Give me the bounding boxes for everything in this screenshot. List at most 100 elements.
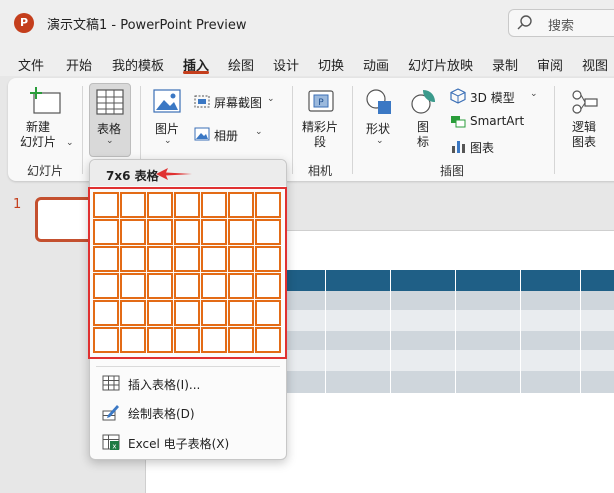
grid-cell[interactable] [120, 300, 146, 326]
group-separator [292, 86, 293, 174]
screenshot-icon [194, 95, 210, 108]
picture-icon [153, 89, 181, 113]
insert-table-label: 插入表格(I)... [128, 378, 201, 392]
tab-home[interactable]: 开始 [66, 55, 92, 74]
search-icon [517, 15, 532, 30]
model-3d-label: 3D 模型 [470, 91, 515, 105]
grid-cell[interactable] [255, 219, 281, 245]
grid-cell[interactable] [228, 246, 254, 272]
table-col-divider [455, 270, 456, 393]
tab-draw[interactable]: 绘图 [228, 55, 254, 74]
grid-cell[interactable] [228, 300, 254, 326]
group-label-illustrations: 插图 [440, 164, 465, 178]
grid-cell[interactable] [228, 219, 254, 245]
new-slide-icon [30, 87, 61, 114]
grid-cell[interactable] [201, 273, 227, 299]
grid-cell[interactable] [147, 219, 173, 245]
grid-cell[interactable] [174, 219, 200, 245]
grid-cell[interactable] [174, 273, 200, 299]
svg-text:x: x [112, 443, 116, 451]
logic-chart-button[interactable]: 逻辑 图表 [572, 120, 596, 150]
grid-cell[interactable] [201, 192, 227, 218]
group-separator [352, 86, 353, 174]
grid-cell[interactable] [174, 192, 200, 218]
grid-cell[interactable] [255, 327, 281, 353]
chart-label: 图表 [470, 141, 495, 155]
shapes-icon [366, 89, 391, 114]
grid-cell[interactable] [228, 273, 254, 299]
grid-cell[interactable] [147, 327, 173, 353]
grid-cell[interactable] [174, 246, 200, 272]
tab-file[interactable]: 文件 [18, 55, 44, 74]
grid-cell[interactable] [201, 246, 227, 272]
tab-transitions[interactable]: 切换 [318, 55, 344, 74]
slide-number: 1 [13, 197, 22, 212]
tab-animations[interactable]: 动画 [363, 55, 389, 74]
grid-cell[interactable] [120, 327, 146, 353]
grid-cell[interactable] [120, 219, 146, 245]
grid-cell[interactable] [93, 273, 119, 299]
wonderful-clips-button[interactable]: 精彩片 段 [302, 120, 338, 150]
grid-cell[interactable] [201, 219, 227, 245]
table-col-divider [325, 270, 326, 393]
smartart-icon [451, 116, 466, 128]
chevron-down-icon: ⌄ [267, 94, 275, 104]
grid-cell[interactable] [93, 192, 119, 218]
icons-button[interactable]: 图 标 [417, 120, 429, 150]
grid-cell[interactable] [228, 327, 254, 353]
shapes-label: 形状 [366, 122, 391, 136]
powerpoint-logo-icon: P [14, 13, 34, 33]
table-col-divider [520, 270, 521, 393]
grid-cell[interactable] [255, 192, 281, 218]
grid-cell[interactable] [147, 246, 173, 272]
search-placeholder: 搜索 [548, 19, 575, 34]
grid-cell[interactable] [147, 273, 173, 299]
excel-table-item[interactable]: x Excel 电子表格(X) [90, 427, 286, 457]
group-separator [82, 86, 83, 174]
grid-cell[interactable] [174, 327, 200, 353]
chevron-down-icon: ⌄ [66, 138, 74, 148]
grid-cell[interactable] [120, 192, 146, 218]
chevron-down-icon: ⌄ [255, 127, 263, 137]
grid-cell[interactable] [255, 246, 281, 272]
group-separator [554, 86, 555, 174]
tab-my-templates[interactable]: 我的模板 [112, 55, 164, 74]
album-label: 相册 [214, 129, 239, 143]
insert-table-item[interactable]: 插入表格(I)... [90, 368, 286, 398]
picture-label: 图片 [155, 122, 180, 136]
draw-table-item[interactable]: 绘制表格(D) [90, 397, 286, 427]
chart-icon [452, 141, 465, 153]
grid-cell[interactable] [120, 273, 146, 299]
grid-cell[interactable] [147, 300, 173, 326]
grid-cell[interactable] [93, 219, 119, 245]
table-size-grid[interactable] [93, 192, 283, 354]
grid-cell[interactable] [147, 192, 173, 218]
grid-cell[interactable] [255, 273, 281, 299]
wonderful-clips-label: 精彩片 段 [302, 120, 339, 149]
new-slide-label: 新建 幻灯片 [20, 120, 57, 149]
group-label-slides: 幻灯片 [27, 164, 64, 178]
smartart-label: SmartArt [470, 114, 525, 128]
pencil-table-icon [102, 405, 119, 421]
grid-cell[interactable] [201, 300, 227, 326]
tab-slideshow[interactable]: 幻灯片放映 [408, 55, 473, 74]
grid-cell[interactable] [120, 246, 146, 272]
draw-table-label: 绘制表格(D) [128, 407, 195, 421]
tab-review[interactable]: 审阅 [537, 55, 563, 74]
grid-cell[interactable] [228, 192, 254, 218]
table-size-label: 7x6 表格 [106, 169, 159, 183]
grid-cell[interactable] [201, 327, 227, 353]
grid-cell[interactable] [93, 246, 119, 272]
tab-view[interactable]: 视图 [582, 55, 608, 74]
chevron-down-icon: ⌄ [164, 136, 172, 146]
table-icon [96, 89, 124, 115]
active-tab-indicator [183, 71, 209, 74]
grid-cell[interactable] [174, 300, 200, 326]
tab-record[interactable]: 录制 [492, 55, 518, 74]
tab-design[interactable]: 设计 [273, 55, 299, 74]
new-slide-button[interactable]: 新建 幻灯片 [20, 120, 56, 150]
album-icon [194, 127, 210, 141]
grid-cell[interactable] [255, 300, 281, 326]
grid-cell[interactable] [93, 300, 119, 326]
grid-cell[interactable] [93, 327, 119, 353]
